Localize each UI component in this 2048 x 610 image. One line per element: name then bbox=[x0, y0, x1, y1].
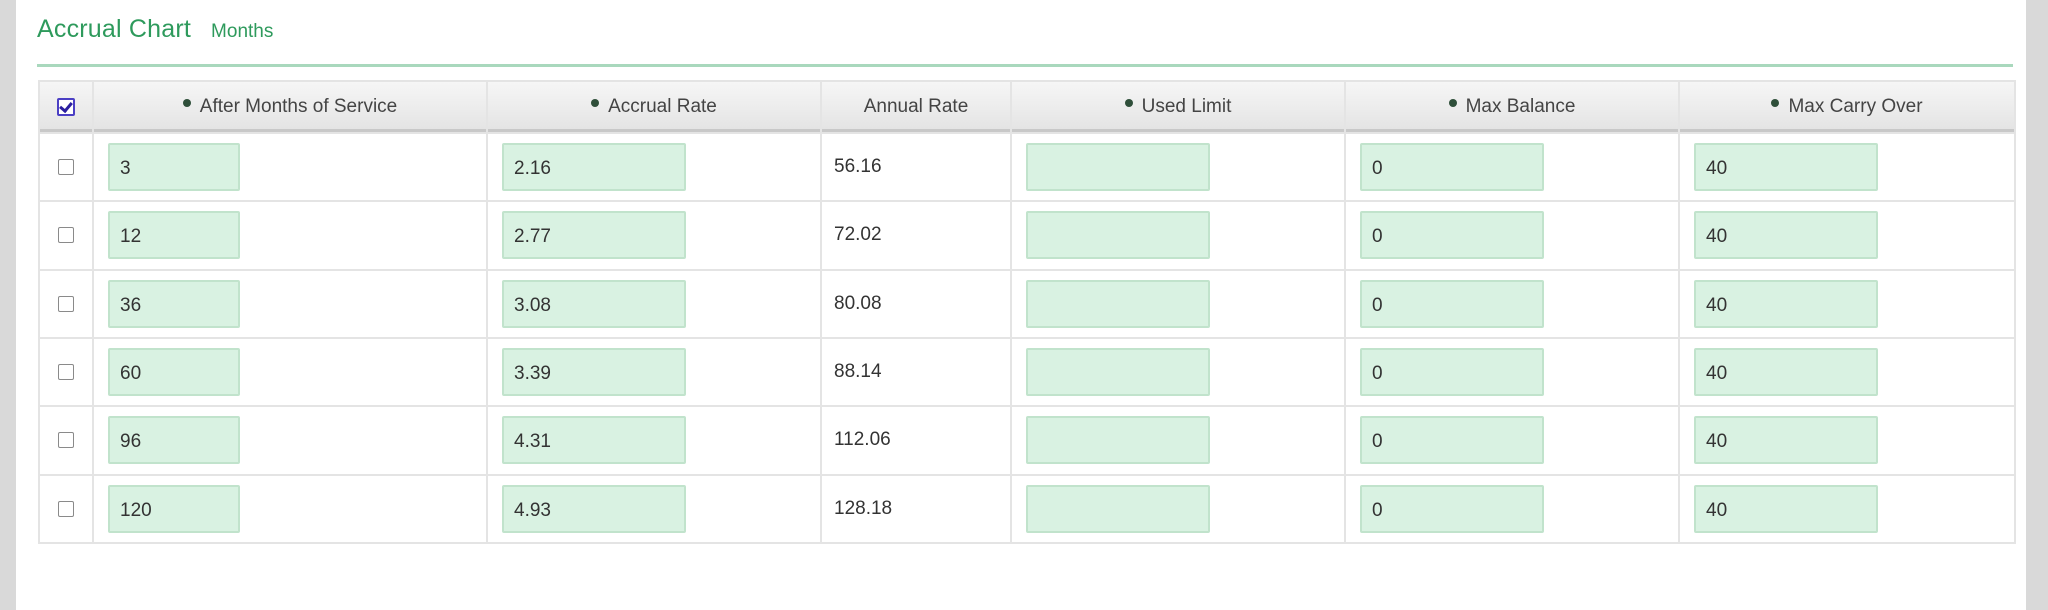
accrual-rate-input[interactable]: 4.31 bbox=[502, 416, 686, 465]
select-all-cell bbox=[38, 80, 94, 134]
max-balance-input[interactable]: 0 bbox=[1360, 416, 1544, 465]
accrual-rate-input[interactable]: 2.16 bbox=[502, 143, 686, 192]
required-dot-icon bbox=[1771, 99, 1780, 107]
row-checkbox[interactable] bbox=[58, 364, 74, 381]
max-balance-input[interactable]: 0 bbox=[1360, 279, 1544, 328]
select-all-checkbox[interactable] bbox=[57, 97, 75, 116]
annual-rate-value: 88.14 bbox=[820, 336, 1012, 408]
table-row: 60 3.39 88.14 0 40 bbox=[38, 336, 2016, 408]
required-dot-icon bbox=[182, 99, 191, 107]
accrual-rate-input[interactable]: 3.08 bbox=[502, 279, 686, 328]
annual-rate-value: 128.18 bbox=[820, 473, 1012, 545]
after-months-input[interactable]: 3 bbox=[108, 143, 240, 192]
annual-rate-value: 112.06 bbox=[820, 405, 1012, 476]
annual-rate-value: 80.08 bbox=[820, 268, 1012, 339]
table-row: 36 3.08 80.08 0 40 bbox=[38, 268, 2016, 339]
required-dot-icon bbox=[591, 99, 600, 107]
after-months-input[interactable]: 36 bbox=[108, 279, 240, 328]
annual-rate-value: 72.02 bbox=[820, 200, 1012, 271]
annual-rate-value: 56.16 bbox=[820, 131, 1012, 203]
used-limit-input[interactable] bbox=[1026, 416, 1210, 465]
max-carry-over-input[interactable]: 40 bbox=[1694, 143, 1878, 192]
used-limit-input[interactable] bbox=[1026, 211, 1210, 260]
max-balance-input[interactable]: 0 bbox=[1360, 143, 1544, 192]
header-divider bbox=[37, 64, 2013, 67]
used-limit-input[interactable] bbox=[1026, 279, 1210, 328]
max-carry-over-input[interactable]: 40 bbox=[1694, 416, 1878, 465]
section-subtitle: Months bbox=[211, 21, 274, 42]
row-checkbox[interactable] bbox=[58, 500, 74, 517]
table-header-row: After Months of Service Accrual Rate Ann… bbox=[38, 80, 2016, 134]
after-months-input[interactable]: 60 bbox=[108, 348, 240, 397]
accrual-chart-panel: Accrual Chart Months After Months of Ser… bbox=[16, 0, 2026, 610]
accrual-rate-input[interactable]: 2.77 bbox=[502, 211, 686, 260]
max-carry-over-input[interactable]: 40 bbox=[1694, 211, 1878, 260]
max-carry-over-input[interactable]: 40 bbox=[1694, 348, 1878, 397]
max-balance-input[interactable]: 0 bbox=[1360, 484, 1544, 533]
row-checkbox[interactable] bbox=[58, 159, 74, 176]
table-row: 96 4.31 112.06 0 40 bbox=[38, 405, 2016, 476]
row-checkbox[interactable] bbox=[58, 295, 74, 312]
col-header-after-months[interactable]: After Months of Service bbox=[92, 80, 488, 134]
section-title: Accrual Chart bbox=[37, 15, 192, 43]
table-row: 12 2.77 72.02 0 40 bbox=[38, 200, 2016, 271]
max-balance-input[interactable]: 0 bbox=[1360, 348, 1544, 397]
required-dot-icon bbox=[1448, 99, 1457, 107]
accrual-rate-input[interactable]: 4.93 bbox=[502, 484, 686, 533]
used-limit-input[interactable] bbox=[1026, 348, 1210, 397]
max-carry-over-input[interactable]: 40 bbox=[1694, 279, 1878, 328]
col-header-accrual-rate[interactable]: Accrual Rate bbox=[486, 80, 822, 134]
row-checkbox[interactable] bbox=[58, 227, 74, 244]
max-carry-over-input[interactable]: 40 bbox=[1694, 484, 1878, 533]
after-months-input[interactable]: 96 bbox=[108, 416, 240, 465]
table-row: 120 4.93 128.18 0 40 bbox=[38, 473, 2016, 545]
after-months-input[interactable]: 12 bbox=[108, 211, 240, 260]
accrual-rate-input[interactable]: 3.39 bbox=[502, 348, 686, 397]
used-limit-input[interactable] bbox=[1026, 484, 1210, 533]
row-checkbox[interactable] bbox=[58, 432, 74, 449]
max-balance-input[interactable]: 0 bbox=[1360, 211, 1544, 260]
required-dot-icon bbox=[1124, 99, 1133, 107]
col-header-used-limit[interactable]: Used Limit bbox=[1010, 80, 1346, 134]
accrual-table: After Months of Service Accrual Rate Ann… bbox=[38, 80, 2016, 545]
col-header-annual-rate[interactable]: Annual Rate bbox=[820, 80, 1012, 134]
col-header-max-carry-over[interactable]: Max Carry Over bbox=[1678, 80, 2016, 134]
col-header-max-balance[interactable]: Max Balance bbox=[1344, 80, 1680, 134]
used-limit-input[interactable] bbox=[1026, 143, 1210, 192]
after-months-input[interactable]: 120 bbox=[108, 484, 240, 533]
section-header: Accrual Chart Months bbox=[37, 15, 273, 51]
table-row: 3 2.16 56.16 0 40 bbox=[38, 131, 2016, 203]
